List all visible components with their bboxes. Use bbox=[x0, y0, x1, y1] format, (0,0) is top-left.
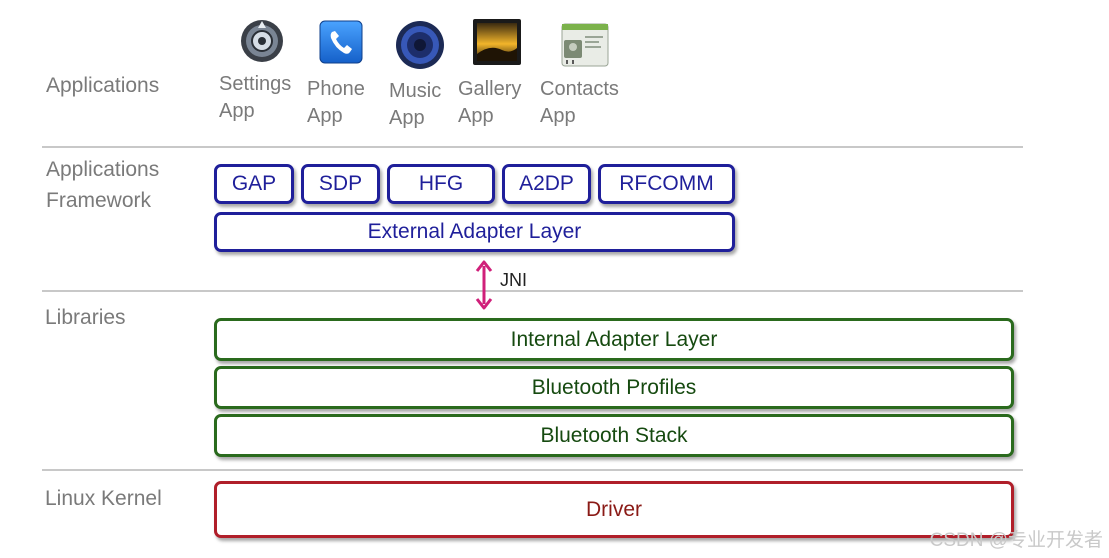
settings-icon bbox=[241, 20, 283, 62]
contacts-icon bbox=[561, 23, 609, 67]
separator-applications bbox=[42, 146, 1023, 148]
separator-framework bbox=[42, 290, 1023, 292]
app-label-settings: Settings App bbox=[219, 73, 292, 122]
app-gallery[interactable]: Gallery App bbox=[458, 76, 521, 130]
app-contacts[interactable]: Contacts App bbox=[540, 76, 619, 130]
app-label-music: Music App bbox=[389, 80, 442, 129]
bluetooth-stack-box: Bluetooth Stack bbox=[214, 414, 1014, 457]
phone-icon bbox=[319, 20, 363, 64]
layer-label-framework-line1: Applications bbox=[46, 158, 160, 181]
watermark: CSDN @专业开发者 bbox=[929, 530, 1103, 551]
profile-box-gap: GAP bbox=[214, 164, 294, 204]
separator-libraries bbox=[42, 469, 1023, 471]
bluetooth-profiles-box: Bluetooth Profiles bbox=[214, 366, 1014, 409]
app-label-contacts: Contacts App bbox=[540, 78, 619, 127]
app-phone[interactable]: Phone App bbox=[307, 76, 365, 130]
music-speaker-icon bbox=[396, 21, 444, 69]
internal-adapter-layer-box: Internal Adapter Layer bbox=[214, 318, 1014, 361]
app-label-gallery: Gallery App bbox=[458, 78, 522, 127]
driver-box: Driver bbox=[214, 481, 1014, 538]
profile-box-rfcomm: RFCOMM bbox=[598, 164, 735, 204]
layer-label-framework-line2: Framework bbox=[46, 189, 152, 212]
app-settings[interactable]: Settings App bbox=[219, 71, 291, 125]
jni-label: JNI bbox=[500, 270, 527, 290]
gallery-icon bbox=[473, 19, 521, 65]
external-adapter-layer-box: External Adapter Layer bbox=[214, 212, 735, 252]
app-label-phone: Phone App bbox=[307, 78, 365, 127]
profile-box-a2dp: A2DP bbox=[502, 164, 591, 204]
jni-double-arrow bbox=[475, 260, 493, 310]
profile-box-hfg: HFG bbox=[387, 164, 495, 204]
layer-label-kernel: Linux Kernel bbox=[45, 487, 162, 510]
layer-label-libraries: Libraries bbox=[45, 306, 126, 329]
app-music[interactable]: Music App bbox=[389, 78, 441, 132]
profile-box-sdp: SDP bbox=[301, 164, 380, 204]
layer-label-applications: Applications bbox=[46, 74, 160, 97]
